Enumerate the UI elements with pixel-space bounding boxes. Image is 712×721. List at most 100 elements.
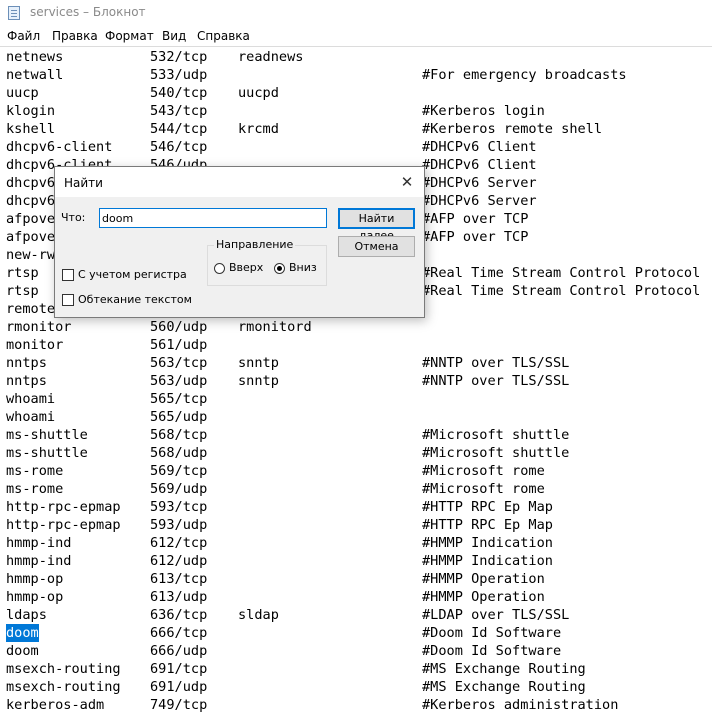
wrap-around-label[interactable]: Обтекание текстом [78, 293, 192, 306]
dialog-title-bar: Найти ✕ [55, 167, 424, 197]
port-protocol: 565/tcp [150, 391, 208, 407]
service-alias: rmonitord [238, 319, 312, 335]
title-bar: services – Блокнот [0, 0, 712, 26]
service-alias: readnews [238, 49, 304, 65]
direction-group: Направление Вверх Вниз [207, 238, 327, 286]
service-alias: sldap [238, 607, 279, 623]
service-name: msexch-routing [6, 661, 121, 677]
direction-up-label[interactable]: Вверх [229, 261, 263, 274]
service-name: netwall [6, 67, 64, 83]
port-protocol: 569/tcp [150, 463, 208, 479]
find-dialog: Найти ✕ Что: Найти далее Отмена Направле… [54, 166, 425, 318]
port-protocol: 563/udp [150, 373, 208, 389]
port-protocol: 543/tcp [150, 103, 208, 119]
service-name: ms-rome [6, 481, 64, 497]
service-name: monitor [6, 337, 64, 353]
service-name: hmmp-ind [6, 535, 72, 551]
service-alias: snntp [238, 355, 279, 371]
menu-edit[interactable]: Правка [52, 29, 98, 43]
service-comment: #DHCPv6 Client [422, 157, 537, 173]
service-comment: #AFP over TCP [422, 229, 529, 245]
direction-down-label[interactable]: Вниз [289, 261, 317, 274]
direction-label: Направление [214, 238, 296, 251]
service-name: hmmp-ind [6, 553, 72, 569]
notepad-icon [8, 6, 20, 20]
service-comment: #Real Time Stream Control Protocol [422, 265, 701, 281]
window-title: services – Блокнот [30, 5, 146, 19]
service-comment: #MS Exchange Routing [422, 661, 586, 677]
service-comment: #Doom Id Software [422, 625, 562, 641]
close-icon[interactable]: ✕ [390, 167, 424, 197]
menu-help[interactable]: Справка [197, 29, 250, 43]
service-comment: #HMMP Operation [422, 589, 545, 605]
service-name: msexch-routing [6, 679, 121, 695]
port-protocol: 563/tcp [150, 355, 208, 371]
port-protocol: 613/tcp [150, 571, 208, 587]
service-name: kshell [6, 121, 56, 137]
service-name: ms-rome [6, 463, 64, 479]
service-comment: #Kerberos remote shell [422, 121, 603, 137]
service-comment: #Kerberos administration [422, 697, 619, 713]
service-comment: #DHCPv6 Client [422, 139, 537, 155]
service-name: netnews [6, 49, 64, 65]
service-name: whoami [6, 391, 56, 407]
service-name: hmmp-op [6, 571, 64, 587]
service-alias: uucpd [238, 85, 279, 101]
direction-down-radio[interactable] [274, 263, 285, 274]
wrap-around-checkbox[interactable] [62, 294, 74, 306]
service-name: uucp [6, 85, 39, 101]
service-comment: #Microsoft rome [422, 481, 545, 497]
find-input[interactable] [99, 208, 327, 228]
service-comment: #HTTP RPC Ep Map [422, 499, 553, 515]
service-comment: #Real Time Stream Control Protocol [422, 283, 701, 299]
port-protocol: 546/tcp [150, 139, 208, 155]
service-name: doom [6, 624, 39, 642]
service-comment: #HMMP Indication [422, 535, 553, 551]
service-name: http-rpc-epmap [6, 517, 121, 533]
menu-format[interactable]: Формат [105, 29, 154, 43]
service-comment: #Microsoft rome [422, 463, 545, 479]
service-comment: #AFP over TCP [422, 211, 529, 227]
port-protocol: 560/udp [150, 319, 208, 335]
service-comment: #Kerberos login [422, 103, 545, 119]
find-what-label: Что: [61, 211, 86, 224]
service-comment: #HMMP Operation [422, 571, 545, 587]
service-comment: #NNTP over TLS/SSL [422, 355, 570, 371]
port-protocol: 533/udp [150, 67, 208, 83]
cancel-button[interactable]: Отмена [338, 236, 415, 257]
service-name: whoami [6, 409, 56, 425]
port-protocol: 666/tcp [150, 625, 208, 641]
service-comment: #HMMP Indication [422, 553, 553, 569]
service-comment: #MS Exchange Routing [422, 679, 586, 695]
service-comment: #DHCPv6 Server [422, 193, 537, 209]
service-name: ms-shuttle [6, 445, 88, 461]
port-protocol: 561/udp [150, 337, 208, 353]
menu-view[interactable]: Вид [162, 29, 186, 43]
menu-file[interactable]: Файл [7, 29, 40, 43]
service-comment: #NNTP over TLS/SSL [422, 373, 570, 389]
port-protocol: 593/tcp [150, 499, 208, 515]
service-comment: #DHCPv6 Server [422, 175, 537, 191]
match-case-checkbox[interactable] [62, 269, 74, 281]
text-editor[interactable]: netnews 532/tcp readnews netwall 533/udp #For… [0, 46, 712, 721]
match-case-label[interactable]: С учетом регистра [78, 268, 187, 281]
service-name: rmonitor [6, 319, 72, 335]
service-comment: #LDAP over TLS/SSL [422, 607, 570, 623]
service-name: kerberos-adm [6, 697, 105, 713]
service-comment: #HTTP RPC Ep Map [422, 517, 553, 533]
port-protocol: 568/tcp [150, 427, 208, 443]
direction-up-radio[interactable] [214, 263, 225, 274]
port-protocol: 568/udp [150, 445, 208, 461]
service-name: ldaps [6, 607, 47, 623]
find-next-button[interactable]: Найти далее [338, 208, 415, 242]
port-protocol: 540/tcp [150, 85, 208, 101]
service-alias: snntp [238, 373, 279, 389]
port-protocol: 691/tcp [150, 661, 208, 677]
service-name: dhcpv6-client [6, 139, 113, 155]
service-name: klogin [6, 103, 56, 119]
service-name: http-rpc-epmap [6, 499, 121, 515]
service-name: rtsp [6, 283, 39, 299]
port-protocol: 749/tcp [150, 697, 208, 713]
port-protocol: 636/tcp [150, 607, 208, 623]
port-protocol: 613/udp [150, 589, 208, 605]
